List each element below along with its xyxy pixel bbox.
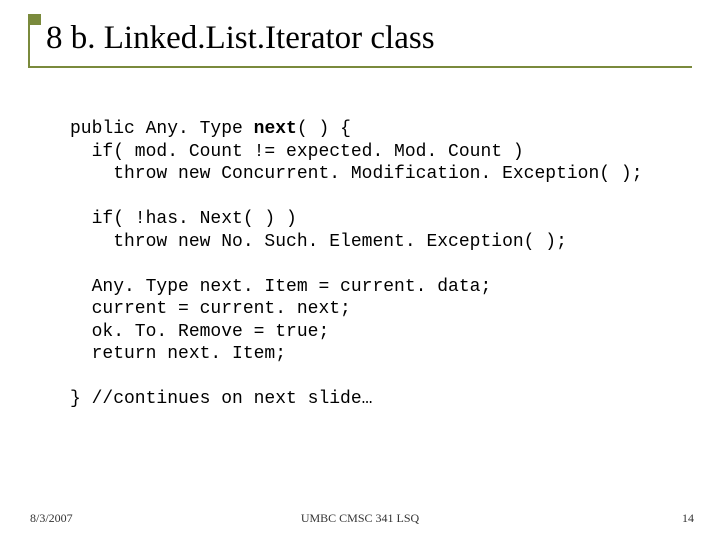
code-line-10: } //continues on next slide… bbox=[70, 389, 372, 409]
code-line-9: return next. Item; bbox=[70, 344, 286, 364]
code-line-1-bold: next bbox=[254, 119, 297, 139]
slide: 8 b. Linked.List.Iterator class public A… bbox=[0, 0, 720, 540]
code-line-7: current = current. next; bbox=[70, 299, 351, 319]
footer-center: UMBC CMSC 341 LSQ bbox=[0, 511, 720, 526]
code-line-5: throw new No. Such. Element. Exception( … bbox=[70, 232, 567, 252]
footer-page-number: 14 bbox=[682, 511, 694, 526]
code-line-6: Any. Type next. Item = current. data; bbox=[70, 277, 491, 297]
code-line-3: throw new Concurrent. Modification. Exce… bbox=[70, 164, 643, 184]
title-box: 8 b. Linked.List.Iterator class bbox=[28, 14, 692, 68]
code-line-4: if( !has. Next( ) ) bbox=[70, 209, 297, 229]
code-line-1c: ( ) { bbox=[297, 119, 351, 139]
slide-title: 8 b. Linked.List.Iterator class bbox=[46, 20, 682, 56]
code-line-2: if( mod. Count != expected. Mod. Count ) bbox=[70, 142, 524, 162]
code-line-1a: public Any. Type bbox=[70, 119, 254, 139]
title-corner-square bbox=[30, 14, 41, 25]
code-line-8: ok. To. Remove = true; bbox=[70, 322, 329, 342]
code-block: public Any. Type next( ) { if( mod. Coun… bbox=[70, 118, 690, 411]
